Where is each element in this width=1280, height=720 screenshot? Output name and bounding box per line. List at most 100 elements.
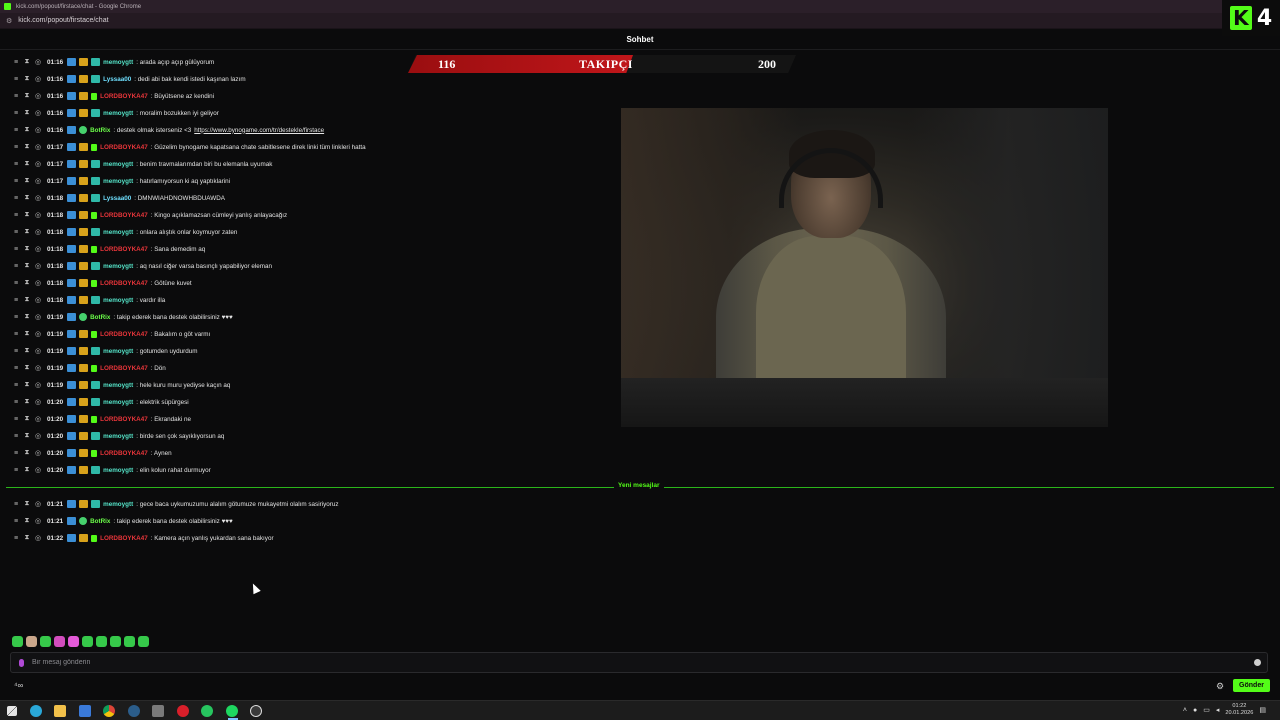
pin-icon[interactable]: ⧗	[23, 330, 31, 338]
chat-message[interactable]: ≡ ⧗ ◎ 01:21 BotRix: takip ederek bana destek…	[12, 514, 233, 528]
chat-username[interactable]: memoygtt	[103, 110, 133, 117]
pin-icon[interactable]: ⧗	[23, 449, 31, 457]
pin-icon[interactable]: ⧗	[23, 262, 31, 270]
chat-username[interactable]: LORDBOYKA47	[100, 416, 148, 423]
chat-username[interactable]: LORDBOYKA47	[100, 144, 148, 151]
emote-3-icon[interactable]	[40, 636, 51, 647]
reply-icon[interactable]: ≡	[12, 450, 20, 457]
timeout-icon[interactable]: ◎	[34, 347, 42, 355]
emote-10-icon[interactable]	[138, 636, 149, 647]
timeout-icon[interactable]: ◎	[34, 92, 42, 100]
chat-username[interactable]: Lyssaa00	[103, 76, 131, 83]
reply-icon[interactable]: ≡	[12, 263, 20, 270]
obs-icon[interactable]	[250, 704, 262, 717]
chat-message[interactable]: ≡ ⧗ ◎ 01:17 memoygtt: hatırlamıyorsun ki aq …	[12, 174, 230, 188]
pin-icon[interactable]: ⧗	[23, 109, 31, 117]
timeout-icon[interactable]: ◎	[34, 126, 42, 134]
reply-icon[interactable]: ≡	[12, 59, 20, 66]
pin-icon[interactable]: ⧗	[23, 534, 31, 542]
microphone-icon[interactable]	[19, 658, 24, 667]
reply-icon[interactable]: ≡	[12, 110, 20, 117]
chat-message[interactable]: ≡ ⧗ ◎ 01:16 memoygtt: moralim bozukken iyi g…	[12, 106, 219, 120]
network-icon[interactable]: ▭	[1203, 706, 1210, 714]
pin-icon[interactable]: ⧗	[23, 75, 31, 83]
chat-username[interactable]: LORDBOYKA47	[100, 93, 148, 100]
emote-2-icon[interactable]	[26, 636, 37, 647]
chat-message[interactable]: ≡ ⧗ ◎ 01:20 LORDBOYKA47: Aynen	[12, 446, 172, 460]
chat-username[interactable]: memoygtt	[103, 348, 133, 355]
url-text[interactable]: kick.com/popout/firstace/chat	[18, 17, 108, 24]
timeout-icon[interactable]: ◎	[34, 228, 42, 236]
reply-icon[interactable]: ≡	[12, 93, 20, 100]
chat-username[interactable]: memoygtt	[103, 399, 133, 406]
mail-icon[interactable]	[152, 704, 164, 717]
timeout-icon[interactable]: ◎	[34, 143, 42, 151]
pin-icon[interactable]: ⧗	[23, 517, 31, 525]
site-settings-icon[interactable]: ⚙	[6, 17, 12, 25]
chat-username[interactable]: LORDBOYKA47	[100, 331, 148, 338]
chat-tools-icons[interactable]: ⁴∞	[14, 681, 23, 690]
pin-icon[interactable]: ⧗	[23, 364, 31, 372]
chat-message[interactable]: ≡ ⧗ ◎ 01:16 memoygtt: arada açıp açıp gülüyo…	[12, 55, 214, 69]
chat-message[interactable]: ≡ ⧗ ◎ 01:18 LORDBOYKA47: Götüne kuvet	[12, 276, 192, 290]
pin-icon[interactable]: ⧗	[23, 143, 31, 151]
timeout-icon[interactable]: ◎	[34, 432, 42, 440]
windows-start-icon[interactable]	[7, 705, 17, 716]
chat-message[interactable]: ≡ ⧗ ◎ 01:21 memoygtt: gece baca uykumuzumu a…	[12, 497, 339, 511]
timeout-icon[interactable]: ◎	[34, 245, 42, 253]
emote-8-icon[interactable]	[110, 636, 121, 647]
chat-username[interactable]: memoygtt	[103, 229, 133, 236]
emote-bar[interactable]	[12, 636, 149, 647]
chat-message[interactable]: ≡ ⧗ ◎ 01:20 LORDBOYKA47: Ekrandaki ne	[12, 412, 191, 426]
pin-icon[interactable]: ⧗	[23, 313, 31, 321]
reply-icon[interactable]: ≡	[12, 382, 20, 389]
reply-icon[interactable]: ≡	[12, 76, 20, 83]
pin-icon[interactable]: ⧗	[23, 466, 31, 474]
reply-icon[interactable]: ≡	[12, 433, 20, 440]
chat-username[interactable]: memoygtt	[103, 178, 133, 185]
pin-icon[interactable]: ⧗	[23, 126, 31, 134]
chat-message[interactable]: ≡ ⧗ ◎ 01:16 LORDBOYKA47: Büyütsene az kendin…	[12, 89, 214, 103]
url-bar[interactable]: ⚙ kick.com/popout/firstace/chat	[0, 13, 1280, 29]
pin-icon[interactable]: ⧗	[23, 160, 31, 168]
chat-message[interactable]: ≡ ⧗ ◎ 01:18 memoygtt: onlara alıştık onlar k…	[12, 225, 237, 239]
chat-username[interactable]: LORDBOYKA47	[100, 365, 148, 372]
pin-icon[interactable]: ⧗	[23, 177, 31, 185]
chat-input-box[interactable]	[10, 652, 1268, 673]
reply-icon[interactable]: ≡	[12, 212, 20, 219]
reply-icon[interactable]: ≡	[12, 501, 20, 508]
pin-icon[interactable]: ⧗	[23, 228, 31, 236]
chat-message[interactable]: ≡ ⧗ ◎ 01:20 memoygtt: birde sen çok sayıklıy…	[12, 429, 224, 443]
chat-username[interactable]: LORDBOYKA47	[100, 212, 148, 219]
chat-username[interactable]: LORDBOYKA47	[100, 535, 148, 542]
clock[interactable]: 01:22 20.01.2026	[1225, 703, 1253, 717]
reply-icon[interactable]: ≡	[12, 280, 20, 287]
chat-username[interactable]: memoygtt	[103, 433, 133, 440]
chat-message[interactable]: ≡ ⧗ ◎ 01:20 memoygtt: elektrik süpürgesi	[12, 395, 189, 409]
timeout-icon[interactable]: ◎	[34, 415, 42, 423]
edge-icon[interactable]	[29, 704, 42, 717]
timeout-icon[interactable]: ◎	[34, 279, 42, 287]
pin-icon[interactable]: ⧗	[23, 245, 31, 253]
timeout-icon[interactable]: ◎	[34, 211, 42, 219]
reply-icon[interactable]: ≡	[12, 535, 20, 542]
chat-message[interactable]: ≡ ⧗ ◎ 01:19 LORDBOYKA47: Dön	[12, 361, 166, 375]
chat-username[interactable]: memoygtt	[103, 501, 133, 508]
chat-username[interactable]: BotRix	[90, 127, 110, 134]
store-icon[interactable]	[78, 704, 91, 717]
reply-icon[interactable]: ≡	[12, 331, 20, 338]
chat-username[interactable]: LORDBOYKA47	[100, 280, 148, 287]
pin-icon[interactable]: ⧗	[23, 347, 31, 355]
chat-message[interactable]: ≡ ⧗ ◎ 01:18 memoygtt: aq nasıl ciğer varsa b…	[12, 259, 272, 273]
timeout-icon[interactable]: ◎	[34, 398, 42, 406]
emote-4-icon[interactable]	[54, 636, 65, 647]
chat-settings-icon[interactable]: ⚙	[1216, 681, 1224, 692]
notification-icon[interactable]: ▤	[1259, 706, 1266, 714]
pin-icon[interactable]: ⧗	[23, 58, 31, 66]
reply-icon[interactable]: ≡	[12, 229, 20, 236]
reply-icon[interactable]: ≡	[12, 518, 20, 525]
chat-username[interactable]: memoygtt	[103, 297, 133, 304]
pin-icon[interactable]: ⧗	[23, 415, 31, 423]
chat-username[interactable]: memoygtt	[103, 467, 133, 474]
chat-username[interactable]: LORDBOYKA47	[100, 450, 148, 457]
